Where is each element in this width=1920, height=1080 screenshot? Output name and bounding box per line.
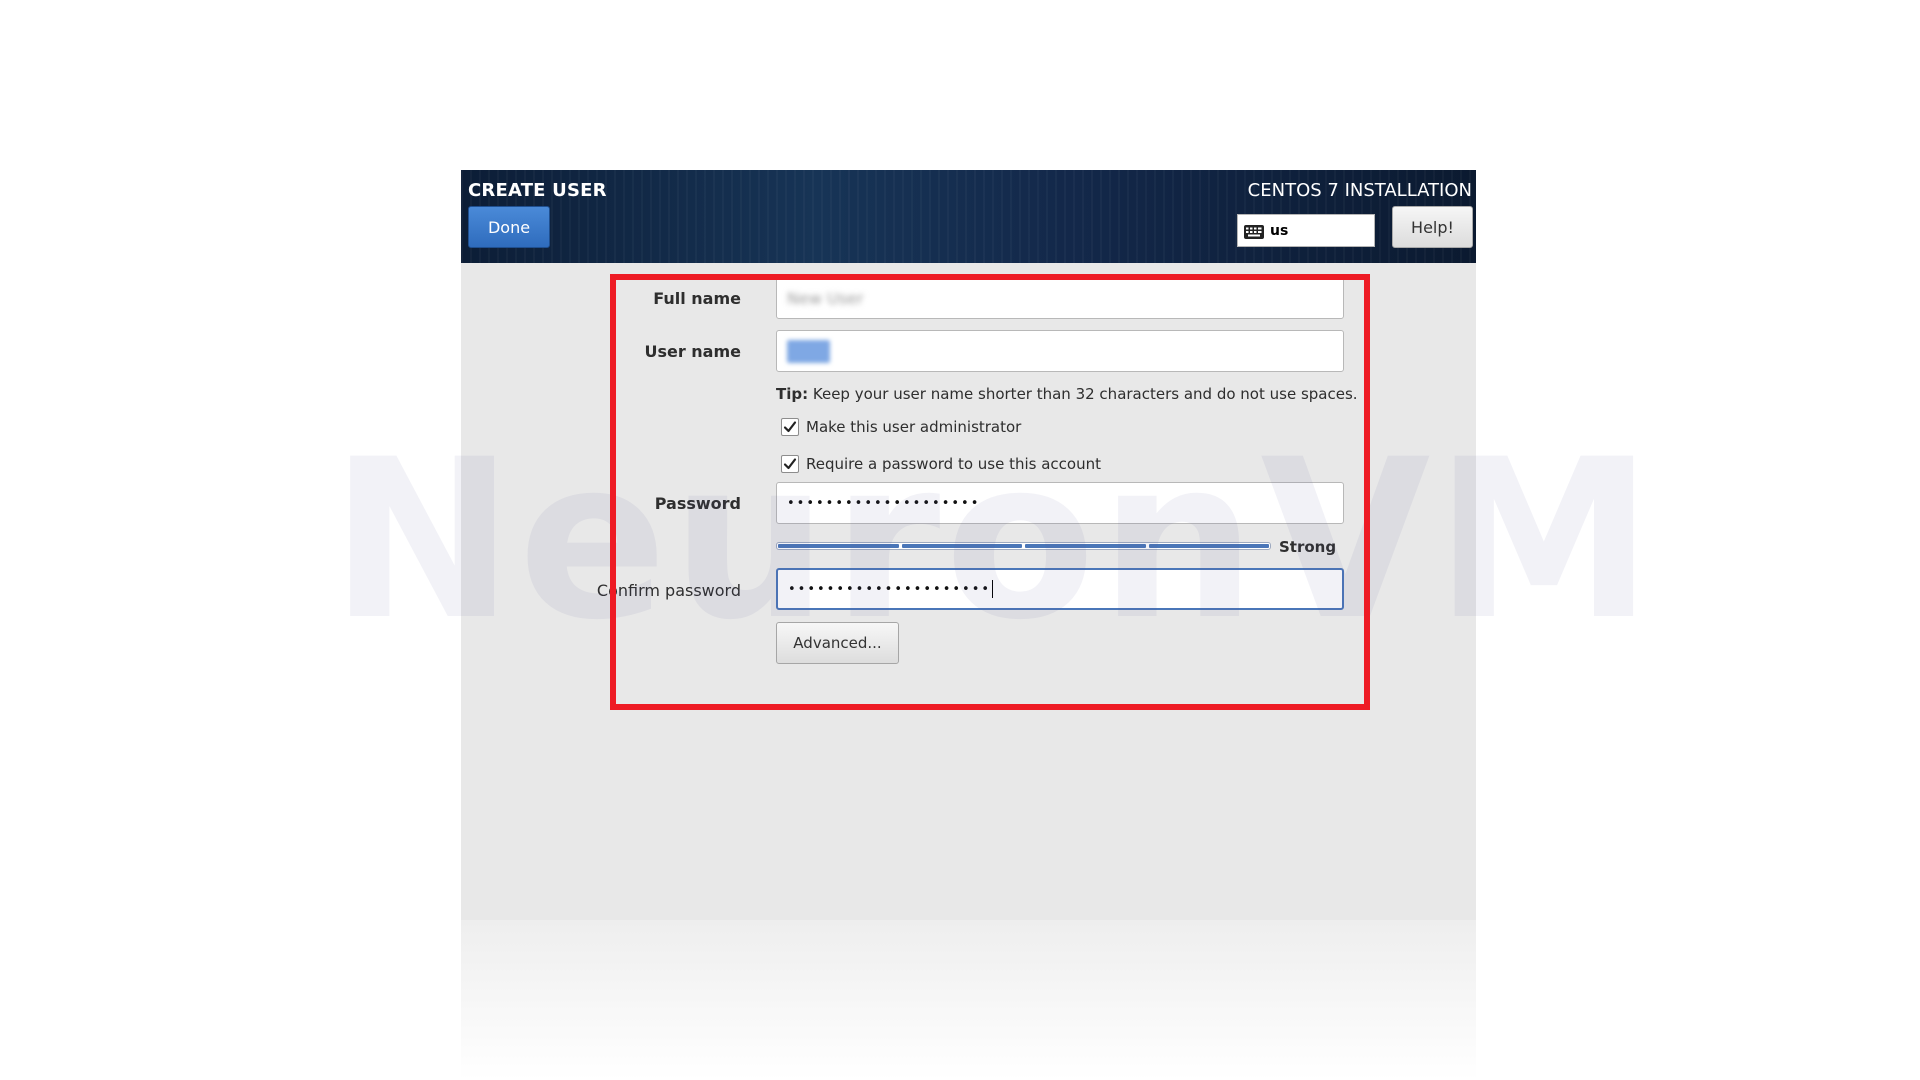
confirm-password-label: Confirm password <box>596 581 741 600</box>
text-caret <box>992 580 994 598</box>
user-name-field[interactable]: user <box>776 330 1344 372</box>
strength-segment <box>778 544 899 548</box>
keyboard-icon <box>1244 224 1264 239</box>
require-password-label: Require a password to use this account <box>806 455 1101 473</box>
full-name-label: Full name <box>653 289 741 308</box>
create-user-form: Full name New User User name user Tip: K… <box>461 263 1476 920</box>
done-button[interactable]: Done <box>468 206 550 248</box>
password-strength-label: Strong <box>1279 538 1337 556</box>
password-strength-bar <box>776 542 1271 550</box>
make-admin-checkbox[interactable] <box>781 418 799 436</box>
screenshot-stage: CREATE USER Done CENTOS 7 INSTALLATION u… <box>0 0 1920 1080</box>
product-title: CENTOS 7 INSTALLATION <box>1247 180 1472 201</box>
tip-text: Keep your user name shorter than 32 char… <box>812 385 1358 403</box>
full-name-field[interactable]: New User <box>776 277 1344 319</box>
password-value: •••••••••••••••••••• <box>787 495 981 511</box>
strength-segment <box>901 544 1022 548</box>
password-label: Password <box>654 494 741 513</box>
user-name-label: User name <box>644 342 741 361</box>
keyboard-layout-label: us <box>1270 222 1289 239</box>
full-name-value: New User <box>787 288 864 308</box>
checkmark-icon <box>783 458 797 470</box>
advanced-button[interactable]: Advanced... <box>776 622 899 664</box>
password-field[interactable]: •••••••••••••••••••• <box>776 482 1344 524</box>
make-admin-row[interactable]: Make this user administrator <box>781 418 1021 436</box>
require-password-checkbox[interactable] <box>781 455 799 473</box>
confirm-password-value: ••••••••••••••••••••• <box>788 581 992 597</box>
help-button[interactable]: Help! <box>1392 206 1473 248</box>
spoke-title: CREATE USER <box>468 180 607 201</box>
tip-prefix: Tip: <box>776 385 809 403</box>
header-bar: CREATE USER Done CENTOS 7 INSTALLATION u… <box>461 170 1476 263</box>
strength-segment <box>1025 544 1146 548</box>
strength-segment <box>1148 544 1269 548</box>
window-reflection <box>461 920 1476 1080</box>
confirm-password-field[interactable]: ••••••••••••••••••••• <box>776 568 1344 610</box>
require-password-row[interactable]: Require a password to use this account <box>781 455 1101 473</box>
installer-window: CREATE USER Done CENTOS 7 INSTALLATION u… <box>461 170 1476 920</box>
keyboard-layout-indicator[interactable]: us <box>1237 214 1375 247</box>
checkmark-icon <box>783 421 797 433</box>
user-name-value: user <box>787 339 830 363</box>
make-admin-label: Make this user administrator <box>806 418 1022 436</box>
username-tip: Tip: Keep your user name shorter than 32… <box>776 385 1358 403</box>
